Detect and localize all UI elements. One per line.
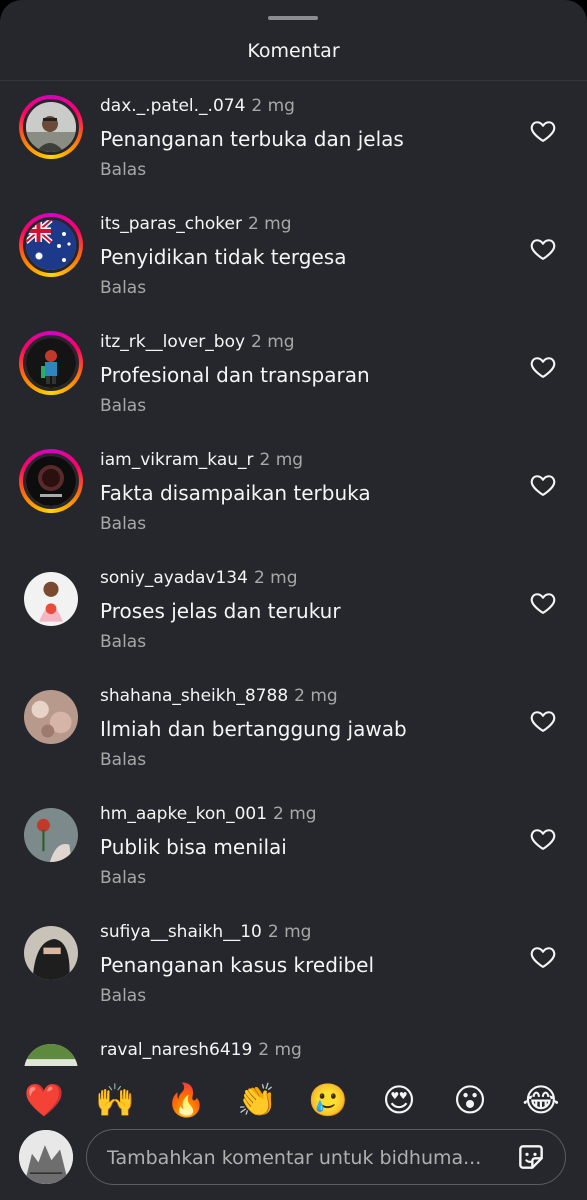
avatar[interactable] [19, 685, 83, 749]
comment-time: 2 mg [251, 96, 295, 116]
like-heart-icon[interactable] [529, 353, 557, 381]
flag-avatar-photo [26, 220, 76, 270]
comment-time: 2 mg [251, 332, 295, 352]
comment-username[interactable]: raval_naresh6419 [100, 1040, 252, 1060]
comment-item: hm_aapke_kon_001 2 mg Publik bisa menilai… [0, 789, 587, 907]
comment-username[interactable]: sufiya__shaikh__10 [100, 922, 262, 942]
comment-username-row[interactable]: dax._.patel._.074 2 mg [100, 96, 295, 116]
emoji-heart-eyes-button[interactable]: 😍 [379, 1080, 419, 1120]
sticker-icon[interactable] [515, 1141, 547, 1173]
emoji-clap-button[interactable]: 👏 [237, 1080, 277, 1120]
reply-button[interactable]: Balas [100, 278, 146, 298]
avatar[interactable] [19, 921, 83, 985]
comment-item: soniy_ayadav134 2 mg Proses jelas dan ter… [0, 553, 587, 671]
comment-text: Penyidikan tidak tergesa [100, 245, 347, 269]
reply-button[interactable]: Balas [100, 750, 146, 770]
comment-text: Proses jelas dan terukur [100, 599, 341, 623]
comment-text: Publik bisa menilai [100, 835, 287, 859]
like-heart-icon[interactable] [529, 235, 557, 263]
comment-username[interactable]: hm_aapke_kon_001 [100, 804, 267, 824]
comment-time: 2 mg [259, 450, 304, 470]
comment-text: Profesional dan transparan [100, 363, 370, 387]
avatar[interactable] [19, 449, 83, 513]
comment-username[interactable]: soniy_ayadav134 [100, 568, 248, 588]
like-heart-icon[interactable] [529, 117, 557, 145]
comment-username[interactable]: iam_vikram_kau_r [100, 450, 254, 470]
reply-button[interactable]: Balas [100, 868, 146, 888]
comment-item: shahana_sheikh_8788 2 mg Ilmiah dan berta… [0, 671, 587, 789]
emoji-laughing-button[interactable]: 😂 [521, 1080, 561, 1120]
emoji-heart-button[interactable]: ❤️ [24, 1080, 64, 1120]
comment-username-row[interactable]: soniy_ayadav134 2 mg [100, 568, 298, 588]
avatar[interactable] [19, 331, 83, 395]
comment-input-box[interactable] [86, 1129, 566, 1185]
emoji-fire-button[interactable]: 🔥 [166, 1080, 206, 1120]
comment-text: Penanganan kasus kredibel [100, 953, 375, 977]
like-heart-icon[interactable] [529, 589, 557, 617]
comment-time: 2 mg [247, 214, 292, 234]
comment-username-row[interactable]: hm_aapke_kon_001 2 mg [100, 804, 317, 824]
like-heart-icon[interactable] [529, 707, 557, 735]
comment-item: dax._.patel._.074 2 mg Penanganan terbuka… [0, 81, 587, 199]
comment-username-row[interactable]: iam_vikram_kau_r 2 mg [100, 450, 303, 470]
comment-item: sufiya__shaikh__10 2 mg Penanganan kasus … [0, 907, 587, 1025]
like-heart-icon[interactable] [529, 471, 557, 499]
reply-button[interactable]: Balas [100, 514, 146, 534]
my-avatar-photo [19, 1130, 73, 1184]
reply-button[interactable]: Balas [100, 396, 146, 416]
drag-handle[interactable] [268, 16, 318, 20]
comment-list[interactable]: dax._.patel._.074 2 mg Penanganan terbuka… [0, 81, 587, 1066]
comment-time: 2 mg [294, 686, 338, 706]
avatar-photo [26, 456, 76, 506]
comment-item: iam_vikram_kau_r 2 mg Fakta disampaikan t… [0, 435, 587, 553]
emoji-raising-hands-button[interactable]: 🙌 [95, 1080, 135, 1120]
comment-username[interactable]: its_paras_choker [100, 214, 242, 234]
avatar-photo [24, 572, 78, 626]
comment-item: itz_rk__lover_boy 2 mg Profesional dan tr… [0, 317, 587, 435]
my-avatar [19, 1130, 73, 1184]
comment-time: 2 mg [267, 922, 312, 942]
avatar-photo [24, 690, 78, 744]
comment-username-row[interactable]: itz_rk__lover_boy 2 mg [100, 332, 295, 352]
reply-button[interactable]: Balas [100, 986, 146, 1006]
comment-input[interactable] [105, 1130, 489, 1185]
quick-emoji-bar: ❤️ 🙌 🔥 👏 🥲 😍 😮 😂 [0, 1066, 587, 1132]
like-heart-icon[interactable] [529, 825, 557, 853]
emoji-tear-smile-button[interactable]: 🥲 [308, 1080, 348, 1120]
comments-sheet: Komentar dax._.patel._.074 2 mg Penangana… [0, 0, 587, 1200]
comment-text: Ilmiah dan bertanggung jawab [100, 717, 407, 741]
avatar-photo [24, 808, 78, 862]
comment-time: 2 mg [258, 1040, 302, 1060]
comment-username-row[interactable]: its_paras_choker 2 mg [100, 214, 292, 234]
avatar[interactable] [19, 95, 83, 159]
avatar[interactable] [19, 803, 83, 867]
avatar-photo [24, 926, 78, 980]
like-heart-icon[interactable] [529, 943, 557, 971]
comment-item: its_paras_choker 2 mg Penyidikan tidak te… [0, 199, 587, 317]
comment-composer [0, 1126, 587, 1200]
comment-username-row[interactable]: raval_naresh6419 2 mg [100, 1040, 302, 1060]
comment-item: raval_naresh6419 2 mg [0, 1025, 587, 1066]
comment-text: Penanganan terbuka dan jelas [100, 127, 404, 151]
sheet-title: Komentar [247, 40, 340, 62]
avatar[interactable] [19, 567, 83, 631]
comment-username[interactable]: dax._.patel._.074 [100, 96, 245, 116]
avatar-photo [26, 102, 76, 152]
reply-button[interactable]: Balas [100, 632, 146, 652]
comment-time: 2 mg [273, 804, 317, 824]
comment-time: 2 mg [253, 568, 298, 588]
comment-username[interactable]: itz_rk__lover_boy [100, 332, 245, 352]
avatar[interactable] [19, 213, 83, 277]
avatar-photo [26, 338, 76, 388]
reply-button[interactable]: Balas [100, 160, 146, 180]
comment-username[interactable]: shahana_sheikh_8788 [100, 686, 288, 706]
avatar[interactable] [19, 1039, 83, 1066]
comment-username-row[interactable]: shahana_sheikh_8788 2 mg [100, 686, 338, 706]
comment-text: Fakta disampaikan terbuka [100, 481, 371, 505]
comment-username-row[interactable]: sufiya__shaikh__10 2 mg [100, 922, 311, 942]
emoji-surprised-button[interactable]: 😮 [450, 1080, 490, 1120]
avatar-photo [24, 1044, 78, 1066]
